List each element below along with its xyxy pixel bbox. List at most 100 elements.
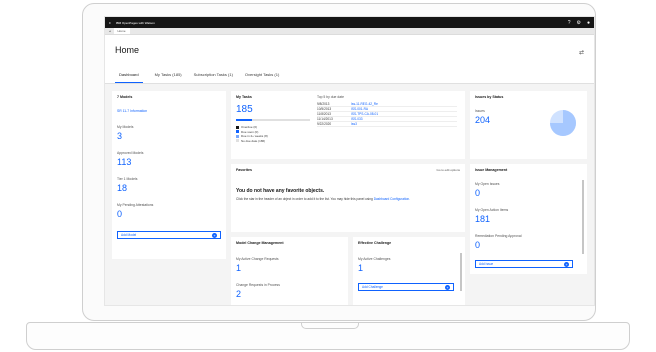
page-header: Home ⇄ Dashboard My Tasks (185) Subscrip…	[105, 35, 594, 84]
laptop-base	[26, 322, 630, 350]
top5-table: 9/8/2013 Iss-11-REG-42_Re 10/5/2013 ISS-00…	[317, 102, 457, 127]
legend-label: Due in 2+ weeks (8)	[241, 134, 268, 139]
my-tasks-card: My Tasks 185 Overdue (0) Due soon (0) Du…	[231, 91, 465, 159]
tab-my-tasks[interactable]: My Tasks (185)	[155, 72, 182, 83]
settings-icon[interactable]: ⚙	[576, 20, 580, 26]
add-issue-button[interactable]: Add Issue +	[475, 260, 573, 268]
scrollbar[interactable]	[582, 180, 584, 254]
approved-models-value[interactable]: 113	[117, 157, 131, 167]
task-link[interactable]: Iss-11-REG-42_Re	[351, 102, 378, 106]
favorites-card: Favorites Go to edit options You do not …	[231, 164, 465, 232]
tab-strip: ◂ Home	[105, 28, 594, 35]
my-models-value[interactable]: 3	[117, 131, 122, 141]
due-date: 9/8/2013	[317, 102, 330, 106]
active-challenges-label: My Active Challenges	[358, 257, 391, 261]
legend-swatch	[236, 130, 239, 134]
tasks-legend: Overdue (0) Due soon (0) Due in 2+ weeks…	[236, 125, 268, 143]
favorites-title: Favorites	[236, 168, 252, 172]
issues-status-card: Issues by Status Issues 204	[470, 91, 587, 159]
task-link[interactable]: ISS-033	[351, 117, 363, 121]
tier1-models-label: Tier 1 Models	[117, 177, 138, 181]
pending-attestations-label: My Pending Attestations	[117, 203, 154, 207]
active-change-label: My Active Change Requests	[236, 257, 279, 261]
in-process-value[interactable]: 2	[236, 289, 241, 299]
top5-title: Top 5 by due date	[317, 95, 344, 99]
add-issue-label: Add Issue	[479, 262, 494, 266]
tasks-progress-track	[236, 119, 310, 121]
configure-icon[interactable]: ⇄	[579, 49, 584, 56]
favorites-help: Click the star in the header of an objec…	[236, 197, 373, 201]
due-date: 10/5/2013	[317, 107, 332, 111]
tab-subscription-tasks[interactable]: Subscription Tasks (1)	[194, 72, 233, 83]
product-bar: ≡ IBM OpenPages with Watson ? ⚙ ●	[105, 17, 594, 28]
tab-dashboard[interactable]: Dashboard	[115, 72, 143, 83]
help-icon[interactable]: ?	[568, 20, 571, 26]
legend-label: Due soon (0)	[241, 129, 259, 134]
models-card: 7 Models SR 11-7 Information My Models 3…	[112, 91, 226, 259]
legend-swatch	[236, 134, 239, 138]
add-challenge-button[interactable]: Add Challenge +	[358, 283, 454, 291]
app-screen: ≡ IBM OpenPages with Watson ? ⚙ ● ◂ Home…	[104, 16, 595, 306]
menu-icon[interactable]: ≡	[109, 21, 111, 25]
due-date: 11/14/2013	[317, 117, 333, 121]
add-model-label: Add Model	[121, 233, 137, 237]
user-icon[interactable]: ●	[587, 20, 590, 26]
favorites-edit[interactable]: Go to edit options	[436, 168, 460, 172]
my-models-label: My Models	[117, 125, 134, 129]
add-challenge-label: Add Challenge	[362, 285, 383, 289]
active-change-value[interactable]: 1	[236, 263, 241, 273]
legend-item[interactable]: No due date (186)	[236, 139, 268, 144]
open-actions-label: My Open Action Items	[475, 208, 509, 212]
in-process-label: Change Requests in Process	[236, 283, 280, 287]
issues-pie-chart[interactable]	[548, 108, 578, 138]
browser-tab[interactable]: Home	[113, 28, 130, 34]
models-card-title: 7 Models	[117, 95, 133, 99]
page-title: Home	[115, 45, 140, 55]
issue-mgmt-title: Issue Management	[475, 168, 508, 172]
favorites-empty-title: You do not have any favorite objects.	[236, 188, 325, 194]
tasks-progress-fill	[236, 119, 253, 121]
legend-swatch	[236, 125, 239, 129]
back-icon[interactable]: ◂	[109, 29, 111, 33]
model-change-card: Model Change Management My Active Change…	[231, 237, 348, 305]
my-tasks-count[interactable]: 185	[236, 104, 253, 115]
active-challenges-value[interactable]: 1	[358, 263, 363, 273]
add-icon: +	[564, 261, 569, 267]
due-date: 9/22/2020	[317, 122, 332, 126]
effective-challenge-title: Effective Challenge	[358, 241, 392, 245]
table-row[interactable]: 9/22/2020 Iss3	[317, 122, 457, 127]
sr-11-7-link[interactable]: SR 11-7 Information	[117, 109, 147, 113]
task-link[interactable]: Iss3	[351, 122, 357, 126]
tier1-models-value[interactable]: 18	[117, 183, 127, 193]
legend-swatch	[236, 139, 239, 143]
task-link[interactable]: ISS-001-RA	[351, 107, 368, 111]
pending-attestations-value[interactable]: 0	[117, 209, 122, 219]
open-actions-value[interactable]: 181	[475, 214, 490, 224]
tab-oversight-tasks[interactable]: Oversight Tasks (1)	[245, 72, 279, 83]
remediation-label: Remediation Pending Approval	[475, 234, 522, 238]
remediation-value[interactable]: 0	[475, 240, 480, 250]
laptop-notch	[301, 323, 359, 329]
add-icon: +	[212, 232, 217, 238]
add-icon: +	[445, 284, 450, 290]
issue-mgmt-card: Issue Management My Open Issues 0 My Ope…	[470, 164, 587, 274]
scrollbar[interactable]	[460, 253, 462, 291]
dashboard-config-link[interactable]: Dashboard Configuration.	[374, 197, 410, 201]
legend-label: No due date (186)	[241, 138, 266, 143]
add-model-button[interactable]: Add Model +	[117, 231, 221, 239]
issues-status-title: Issues by Status	[475, 95, 504, 99]
issues-label: Issues	[475, 109, 485, 113]
open-issues-label: My Open Issues	[475, 182, 500, 186]
issues-count[interactable]: 204	[475, 115, 490, 125]
open-issues-value[interactable]: 0	[475, 188, 480, 198]
legend-label: Overdue (0)	[241, 125, 258, 130]
favorites-empty-text: Click the star in the header of an objec…	[236, 197, 436, 201]
effective-challenge-card: Effective Challenge My Active Challenges…	[353, 237, 465, 305]
approved-models-label: Approved Models	[117, 151, 144, 155]
due-date: 11/8/2013	[317, 112, 331, 116]
my-tasks-title: My Tasks	[236, 95, 252, 99]
model-change-title: Model Change Management	[236, 241, 284, 245]
task-link[interactable]: ISS-TPS-CA-08-01	[351, 112, 378, 116]
product-name: IBM OpenPages with Watson	[115, 20, 155, 25]
page-tabs: Dashboard My Tasks (185) Subscription Ta…	[115, 72, 279, 83]
